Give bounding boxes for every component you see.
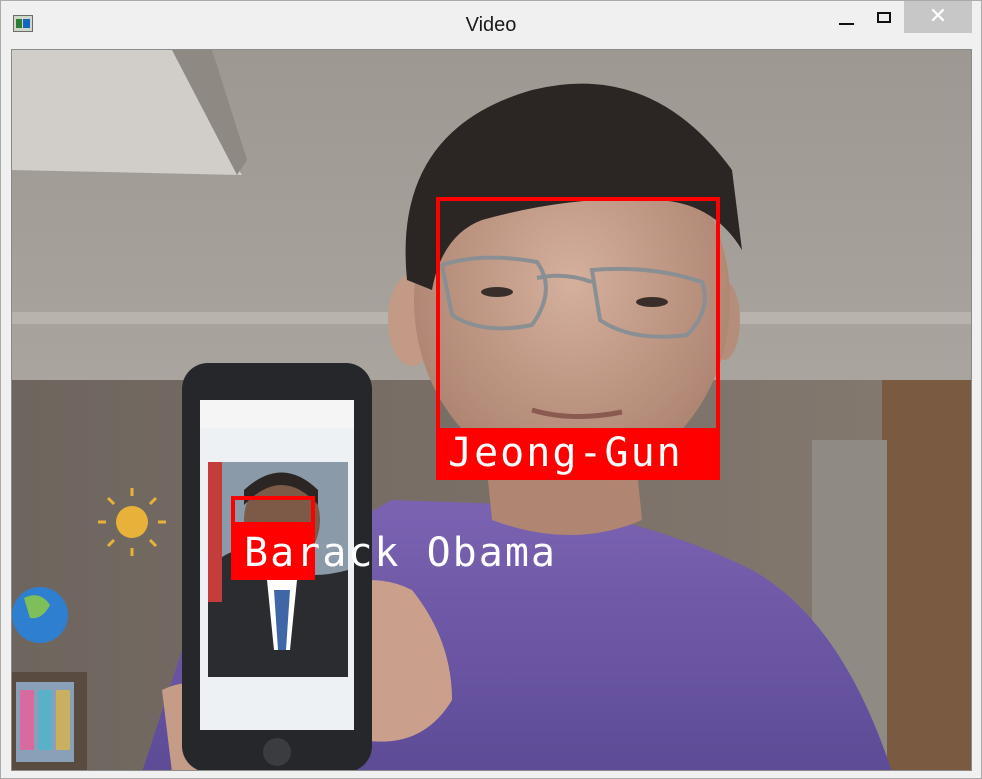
maximize-icon — [877, 11, 891, 23]
close-button[interactable]: ✕ — [904, 1, 972, 33]
video-frame: Jeong-Gun Barack Obama — [11, 49, 972, 771]
video-window: Video ✕ Jeong-Gun Barack Obama — [0, 0, 982, 779]
face-label: Barack Obama — [244, 530, 557, 576]
minimize-icon — [838, 23, 854, 25]
face-label: Jeong-Gun — [448, 430, 683, 476]
title-bar[interactable]: Video ✕ — [1, 1, 981, 47]
maximize-button[interactable] — [861, 1, 907, 33]
close-icon: ✕ — [928, 4, 948, 29]
